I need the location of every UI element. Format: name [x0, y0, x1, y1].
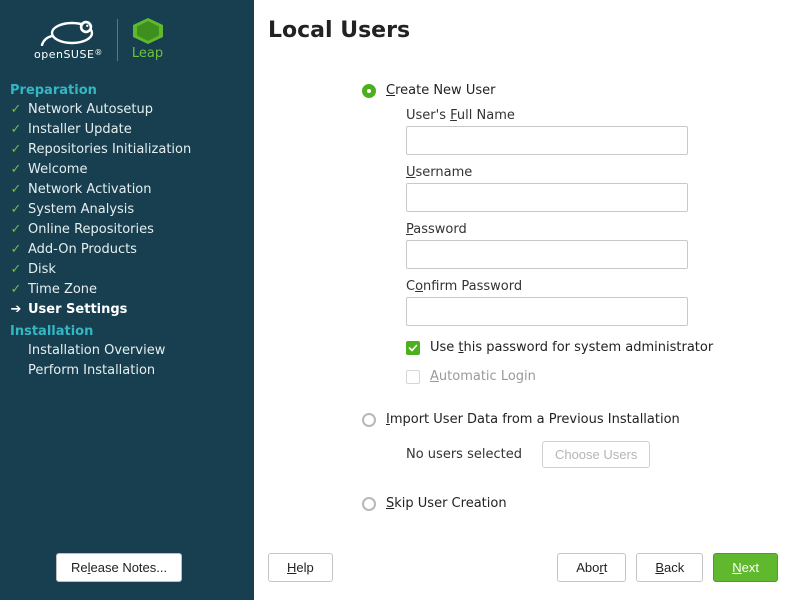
next-button[interactable]: Next [713, 553, 778, 582]
help-button[interactable]: Help [268, 553, 333, 582]
password-input[interactable] [406, 240, 688, 269]
fullname-input[interactable] [406, 126, 688, 155]
step-repositories-init: ✓Repositories Initialization [10, 140, 254, 160]
sidebar: openSUSE® Leap Preparation ✓Network Auto… [0, 0, 254, 600]
radio-dot-icon [362, 413, 376, 427]
checkbox-automatic-login[interactable]: Automatic Login [406, 369, 776, 384]
step-installation-overview: •Installation Overview [10, 341, 254, 361]
back-button[interactable]: Back [636, 553, 703, 582]
password-label: Password [406, 222, 776, 237]
import-subrow: No users selected Choose Users [406, 441, 776, 468]
step-perform-installation: •Perform Installation [10, 361, 254, 381]
step-network-autosetup: ✓Network Autosetup [10, 100, 254, 120]
branding: openSUSE® Leap [0, 0, 254, 73]
geeko-icon [38, 18, 98, 46]
step-addon-products: ✓Add-On Products [10, 240, 254, 260]
checkbox-icon [406, 341, 420, 355]
fullname-label: User's Full Name [406, 108, 776, 123]
username-input[interactable] [406, 183, 688, 212]
checkbox-icon [406, 370, 420, 384]
confirm-password-input[interactable] [406, 297, 688, 326]
abort-button[interactable]: Abort [557, 553, 626, 582]
step-online-repositories: ✓Online Repositories [10, 220, 254, 240]
choose-users-button: Choose Users [542, 441, 650, 468]
main-panel: Local Users Create New User User's Full … [254, 0, 800, 600]
confirm-label: Confirm Password [406, 279, 776, 294]
checkbox-use-for-root[interactable]: Use this password for system administrat… [406, 340, 776, 355]
radio-import-user-data[interactable]: Import User Data from a Previous Install… [362, 412, 776, 427]
release-notes-button[interactable]: Release Notes... [56, 553, 182, 582]
step-disk: ✓Disk [10, 260, 254, 280]
step-system-analysis: ✓System Analysis [10, 200, 254, 220]
radio-dot-icon [362, 497, 376, 511]
create-user-fields: User's Full Name Username Password Confi… [406, 108, 776, 326]
step-time-zone: ✓Time Zone [10, 280, 254, 300]
section-preparation: Preparation [10, 79, 254, 100]
step-installer-update: ✓Installer Update [10, 120, 254, 140]
user-form: Create New User User's Full Name Usernam… [362, 83, 776, 511]
logo-leap: Leap [132, 18, 163, 61]
step-network-activation: ✓Network Activation [10, 180, 254, 200]
radio-skip-user-creation[interactable]: Skip User Creation [362, 496, 776, 511]
leap-wordmark: Leap [132, 46, 163, 61]
button-bar: Help Abort Back Next [268, 553, 778, 582]
step-welcome: ✓Welcome [10, 160, 254, 180]
logo-opensuse: openSUSE® [34, 18, 103, 61]
section-installation: Installation [10, 320, 254, 341]
step-user-settings: ➔User Settings [10, 300, 254, 320]
opensuse-wordmark: openSUSE® [34, 48, 103, 61]
install-steps: Preparation ✓Network Autosetup ✓Installe… [0, 79, 254, 381]
import-status: No users selected [406, 447, 522, 462]
leap-icon [133, 18, 163, 44]
page-title: Local Users [268, 18, 776, 43]
radio-create-new-user[interactable]: Create New User [362, 83, 776, 98]
brand-divider [117, 19, 118, 61]
username-label: Username [406, 165, 776, 180]
radio-dot-icon [362, 84, 376, 98]
